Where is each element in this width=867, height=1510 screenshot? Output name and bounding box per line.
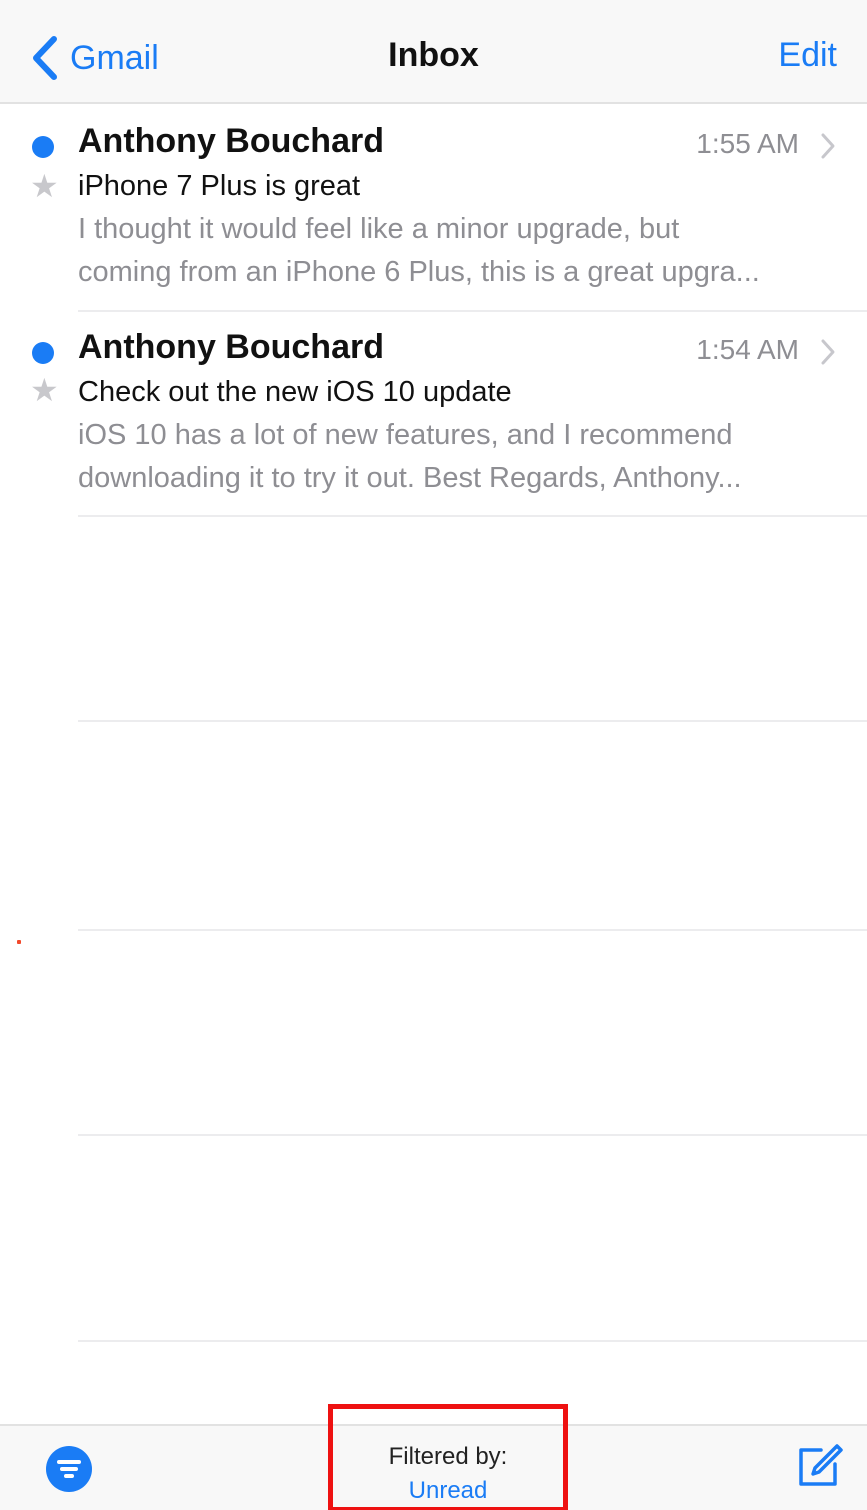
star-icon[interactable]: ★ [30,170,59,202]
row-divider [78,515,867,517]
row-divider [78,1134,867,1136]
message-preview: I thought it would feel like a minor upg… [78,208,838,294]
bottom-toolbar: Filtered by: Unread [0,1404,867,1510]
message-sender: Anthony Bouchard [78,328,384,366]
message-subject: iPhone 7 Plus is great [78,170,361,202]
message-sender: Anthony Bouchard [78,122,384,160]
unread-dot-icon [32,342,54,364]
row-divider [78,1340,867,1342]
message-time: 1:54 AM [696,334,799,365]
message-preview-line: iOS 10 has a lot of new features, and I … [78,419,733,451]
stray-mark [17,940,21,944]
filter-status-label: Filtered by: [388,1443,508,1470]
message-subject: Check out the new iOS 10 update [78,376,512,408]
row-divider [78,929,867,931]
page-title: Inbox [388,36,479,74]
compose-icon[interactable] [795,1442,843,1490]
message-preview-line: I thought it would feel like a minor upg… [78,213,680,245]
message-preview-line: downloading it to try it out. Best Regar… [78,462,742,494]
row-divider [78,720,867,722]
chevron-right-icon [821,133,835,159]
message-row[interactable]: Anthony Bouchard 1:55 AM ★ iPhone 7 Plus… [0,104,867,310]
chevron-right-icon [821,339,835,365]
filter-icon[interactable] [46,1446,92,1492]
star-icon[interactable]: ★ [30,374,59,406]
unread-dot-icon [32,136,54,158]
message-time: 1:55 AM [696,128,799,159]
filter-status[interactable]: Filtered by: Unread [328,1404,568,1510]
filter-status-value[interactable]: Unread [333,1477,563,1505]
navigation-bar: Gmail Inbox Edit [0,0,867,104]
message-row[interactable]: Anthony Bouchard 1:54 AM ★ Check out the… [0,312,867,518]
message-preview: iOS 10 has a lot of new features, and I … [78,414,838,500]
message-preview-line: coming from an iPhone 6 Plus, this is a … [78,256,760,288]
edit-button[interactable]: Edit [778,36,837,75]
